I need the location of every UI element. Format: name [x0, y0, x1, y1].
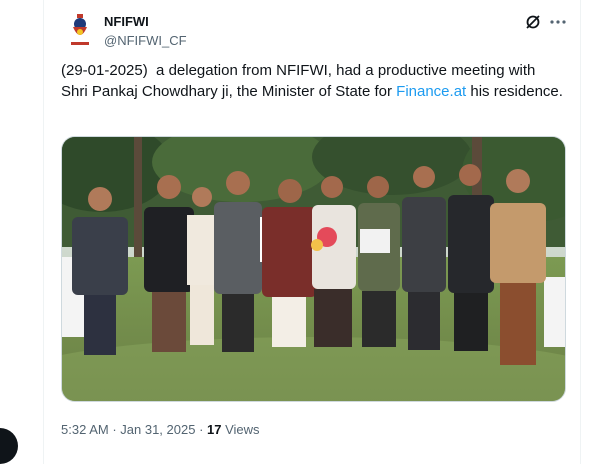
- meta-separator: ·: [195, 422, 208, 437]
- author-display-name[interactable]: NFIFWI: [104, 13, 187, 30]
- tweet-photo[interactable]: [61, 136, 566, 402]
- author-handle[interactable]: @NFIFWI_CF: [104, 32, 187, 49]
- more-dots-icon: [550, 20, 566, 24]
- avatar[interactable]: [62, 12, 98, 48]
- tweet-date[interactable]: Jan 31, 2025: [120, 422, 195, 437]
- more-options-button[interactable]: [548, 13, 568, 31]
- meta-separator: ·: [108, 422, 121, 437]
- tweet-text-part2: his residence.: [466, 83, 563, 100]
- floating-avatar-button[interactable]: [0, 428, 18, 464]
- nfifwi-logo-icon: [71, 14, 89, 45]
- tweet-meta: 5:32 AM · Jan 31, 2025 · 17 Views: [61, 421, 260, 439]
- views-label: Views: [221, 422, 260, 437]
- grok-button[interactable]: [524, 13, 542, 31]
- tweet-header: NFIFWI @NFIFWI_CF: [62, 12, 566, 52]
- tweet-card: NFIFWI @NFIFWI_CF (29-01-2025) a delegat…: [43, 0, 581, 464]
- group-photo-image: [62, 137, 565, 401]
- tweet-text: (29-01-2025) a delegation from NFIFWI, h…: [61, 60, 566, 102]
- author-names: NFIFWI @NFIFWI_CF: [104, 13, 187, 49]
- grok-icon: [526, 15, 540, 29]
- tweet-time[interactable]: 5:32 AM: [61, 422, 109, 437]
- views-count: 17: [207, 422, 222, 437]
- tweet-link[interactable]: Finance.at: [396, 83, 466, 100]
